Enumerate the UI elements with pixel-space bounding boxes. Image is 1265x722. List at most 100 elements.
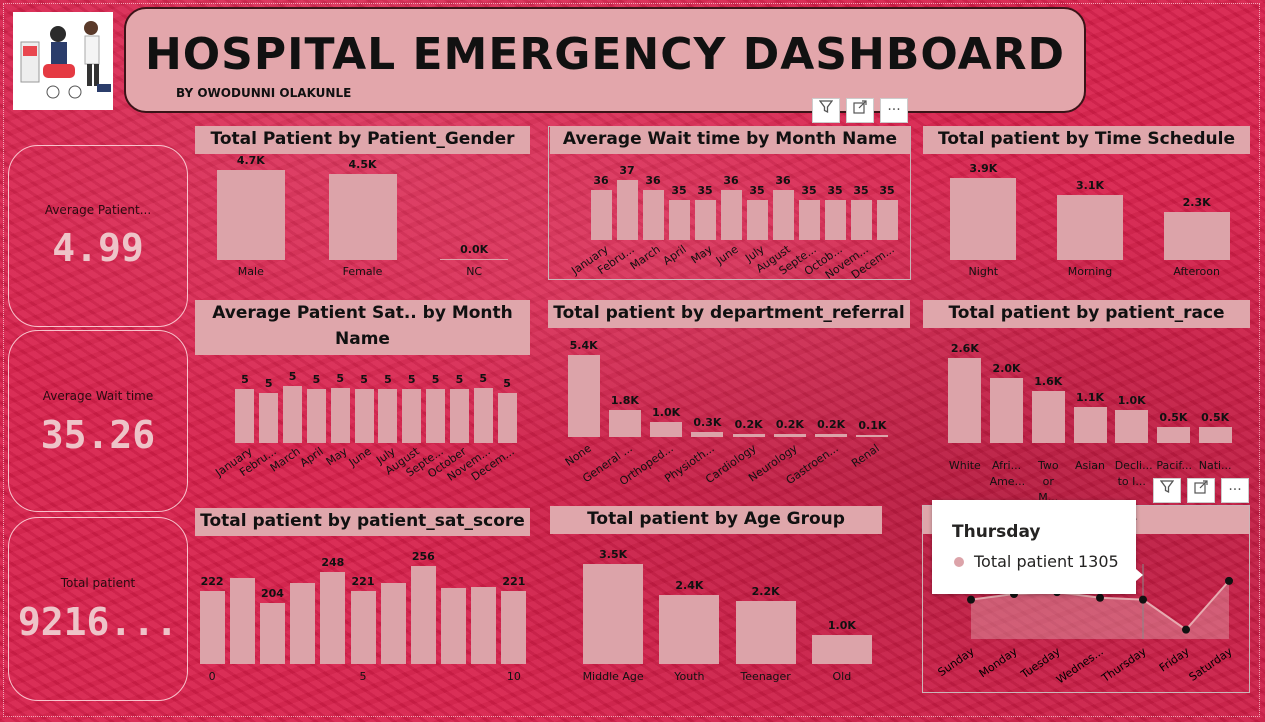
- bar[interactable]: [199, 590, 225, 664]
- chart-tooltip: Thursday Total patient 1305: [932, 500, 1136, 594]
- bar[interactable]: [798, 200, 820, 240]
- bar[interactable]: [691, 432, 724, 437]
- bar[interactable]: [440, 259, 509, 260]
- data-point[interactable]: [1225, 576, 1233, 585]
- bar[interactable]: [380, 583, 406, 664]
- bar[interactable]: [694, 200, 716, 240]
- bar[interactable]: [471, 586, 497, 664]
- bar[interactable]: [330, 387, 350, 443]
- category-label: Old: [832, 670, 852, 683]
- category-label: Pacif...: [1156, 459, 1192, 472]
- bar[interactable]: [1156, 426, 1190, 443]
- bar[interactable]: [501, 591, 527, 664]
- bar[interactable]: [290, 583, 316, 664]
- bar[interactable]: [650, 421, 683, 437]
- data-label: 35: [697, 184, 713, 197]
- bar[interactable]: [659, 595, 720, 664]
- category-label: White: [948, 459, 981, 472]
- bar[interactable]: [1057, 194, 1123, 260]
- data-point[interactable]: [1182, 625, 1190, 634]
- bar[interactable]: [449, 389, 469, 443]
- bar[interactable]: [1198, 426, 1232, 443]
- bar[interactable]: [441, 588, 467, 664]
- bar[interactable]: [773, 433, 806, 437]
- tooltip-arrow: [1136, 569, 1143, 581]
- category-label: Friday: [1157, 645, 1192, 675]
- bar[interactable]: [735, 601, 796, 664]
- chart-title: Total patient by Time Schedule: [923, 126, 1250, 154]
- bar[interactable]: [1115, 410, 1149, 443]
- bar[interactable]: [720, 190, 742, 240]
- data-label: 0.2K: [817, 417, 846, 431]
- bar[interactable]: [856, 435, 889, 437]
- filter-icon[interactable]: [812, 98, 840, 123]
- kpi-label: Total patient: [60, 576, 136, 590]
- bar[interactable]: [235, 389, 255, 443]
- bar[interactable]: [328, 173, 397, 260]
- axis-tick-label: 0: [208, 670, 216, 683]
- bar[interactable]: [990, 377, 1024, 443]
- bar[interactable]: [616, 180, 638, 240]
- bar[interactable]: [354, 389, 374, 443]
- data-point[interactable]: [967, 595, 975, 604]
- bar[interactable]: [426, 389, 446, 443]
- bar[interactable]: [746, 200, 768, 240]
- bar[interactable]: [815, 433, 848, 437]
- bar[interactable]: [732, 433, 765, 437]
- category-label: Night: [968, 265, 999, 278]
- bar[interactable]: [473, 387, 493, 443]
- bar[interactable]: [811, 635, 872, 664]
- more-options-icon[interactable]: ···: [1221, 478, 1249, 503]
- data-point[interactable]: [1096, 593, 1104, 602]
- data-point[interactable]: [1139, 595, 1147, 604]
- logo-illustration: [13, 12, 113, 110]
- dashboard-title: HOSPITAL EMERGENCY DASHBOARD: [144, 29, 1066, 80]
- bar[interactable]: [642, 190, 664, 240]
- bar[interactable]: [950, 178, 1017, 260]
- bar[interactable]: [1031, 390, 1065, 443]
- bar[interactable]: [259, 392, 279, 443]
- bar[interactable]: [216, 170, 285, 260]
- bar[interactable]: [850, 200, 872, 240]
- filter-icon[interactable]: [1153, 478, 1181, 503]
- data-label: 1.0K: [652, 405, 681, 419]
- kpi-card-total-patient[interactable]: Total patient 9216...: [8, 517, 188, 701]
- focus-mode-icon[interactable]: [846, 98, 874, 123]
- tooltip-title: Thursday: [952, 522, 1041, 542]
- data-label: 1.8K: [610, 393, 639, 407]
- bar[interactable]: [306, 389, 326, 443]
- bar[interactable]: [350, 591, 376, 664]
- bar[interactable]: [668, 200, 690, 240]
- data-label: 221: [351, 575, 375, 589]
- bar[interactable]: [824, 200, 846, 240]
- chart-title: Total patient by patient_race: [923, 300, 1250, 328]
- bar[interactable]: [567, 355, 600, 437]
- more-options-icon[interactable]: ···: [880, 98, 908, 123]
- legend-dot: [954, 557, 964, 567]
- kpi-card-avg-wait-time[interactable]: Average Wait time 35.26: [8, 330, 188, 512]
- bar[interactable]: [497, 392, 517, 443]
- focus-mode-icon[interactable]: [1187, 478, 1215, 503]
- data-label: 1.1K: [1075, 391, 1105, 405]
- bar[interactable]: [283, 386, 303, 443]
- bar[interactable]: [259, 603, 285, 664]
- bar[interactable]: [1073, 407, 1107, 443]
- bar[interactable]: [1163, 211, 1230, 260]
- bar[interactable]: [583, 564, 644, 664]
- bar[interactable]: [410, 566, 436, 664]
- bar[interactable]: [402, 389, 422, 443]
- bar[interactable]: [608, 409, 641, 437]
- bar[interactable]: [772, 190, 794, 240]
- bar[interactable]: [320, 571, 346, 664]
- bar[interactable]: [590, 190, 612, 240]
- kpi-card-avg-satisfaction[interactable]: Average Patient... 4.99: [8, 145, 188, 327]
- bar[interactable]: [948, 358, 982, 443]
- data-label: 5: [407, 373, 416, 387]
- data-label: 2.4K: [675, 579, 704, 593]
- data-label: 5: [312, 373, 321, 387]
- bar[interactable]: [229, 577, 255, 664]
- data-label: 35: [827, 184, 843, 197]
- data-label: 35: [671, 184, 687, 197]
- bar[interactable]: [378, 389, 398, 443]
- bar[interactable]: [876, 200, 898, 240]
